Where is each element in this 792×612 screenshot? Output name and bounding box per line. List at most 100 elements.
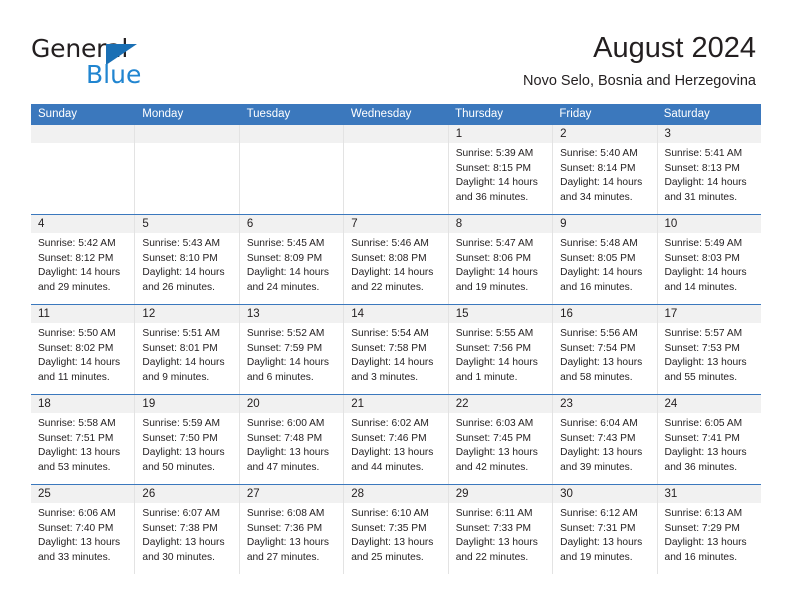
day-number: 16 (553, 305, 657, 323)
sunrise-text: Sunrise: 5:46 AM (351, 238, 429, 249)
daylight-text-line2: and 16 minutes. (664, 551, 738, 563)
day-details: Sunrise: 5:41 AM Sunset: 8:13 PM Daylight:… (658, 143, 761, 209)
day-number: 1 (448, 125, 553, 143)
day-number (239, 125, 344, 143)
daylight-text-line2: and 26 minutes. (142, 281, 215, 293)
day-details: Sunrise: 6:12 AM Sunset: 7:31 PM Daylight:… (553, 503, 656, 569)
sunset-text: Sunset: 7:29 PM (664, 522, 740, 534)
calendar-day-cell[interactable]: 4 Sunrise: 5:42 AM Sunset: 8:12 PM Daylight… (31, 215, 136, 304)
daylight-text-line2: and 9 minutes. (142, 371, 210, 383)
day-number: 23 (553, 395, 657, 413)
sunrise-text: Sunrise: 5:42 AM (38, 238, 116, 249)
calendar-day-cell[interactable]: 21 Sunrise: 6:02 AM Sunset: 7:46 PM Dayligh… (344, 395, 449, 484)
daylight-text-line1: Daylight: 13 hours (351, 447, 434, 459)
daylight-text-line1: Daylight: 14 hours (664, 267, 747, 279)
calendar-day-cell[interactable]: 10 Sunrise: 5:49 AM Sunset: 8:03 PM Dayligh… (657, 215, 761, 304)
day-details: Sunrise: 6:02 AM Sunset: 7:46 PM Daylight:… (344, 413, 447, 479)
day-details: Sunrise: 6:08 AM Sunset: 7:36 PM Daylight:… (240, 503, 343, 569)
calendar-day-cell[interactable]: 15 Sunrise: 5:55 AM Sunset: 7:56 PM Dayligh… (448, 305, 554, 394)
day-details: Sunrise: 5:52 AM Sunset: 7:59 PM Daylight:… (240, 323, 343, 389)
title-block: August 2024 Novo Selo, Bosnia and Herzeg… (523, 30, 756, 90)
sunset-text: Sunset: 7:40 PM (38, 522, 114, 534)
sunrise-text: Sunrise: 5:39 AM (455, 148, 534, 159)
sunset-text: Sunset: 7:41 PM (664, 432, 740, 444)
daylight-text-line2: and 22 minutes. (351, 281, 424, 293)
day-number: 9 (553, 215, 657, 233)
sunset-text: Sunset: 8:10 PM (142, 252, 218, 264)
daylight-text-line1: Daylight: 14 hours (246, 357, 329, 369)
day-number: 29 (448, 485, 553, 503)
sunrise-text: Sunrise: 5:43 AM (142, 238, 221, 249)
calendar-day-cell[interactable]: 28 Sunrise: 6:10 AM Sunset: 7:35 PM Dayligh… (344, 485, 449, 574)
calendar-day-cell[interactable]: 6 Sunrise: 5:45 AM Sunset: 8:09 PM Daylight… (239, 215, 345, 304)
day-number: 22 (448, 395, 553, 413)
sunrise-text: Sunrise: 6:03 AM (455, 418, 534, 429)
calendar-day-cell[interactable]: 18 Sunrise: 5:58 AM Sunset: 7:51 PM Dayligh… (31, 395, 136, 484)
calendar-grid: Sunday Monday Tuesday Wednesday Thursday Frid… (31, 104, 761, 574)
daylight-text-line1: Daylight: 13 hours (38, 447, 121, 459)
weekday-header-monday: Monday (142, 108, 184, 120)
calendar-day-cell[interactable]: 30 Sunrise: 6:12 AM Sunset: 7:31 PM Dayligh… (553, 485, 658, 574)
sunrise-text: Sunrise: 5:57 AM (664, 328, 743, 339)
calendar-day-cell[interactable]: 23 Sunrise: 6:04 AM Sunset: 7:43 PM Dayligh… (553, 395, 658, 484)
daylight-text-line1: Daylight: 13 hours (246, 537, 329, 549)
sunrise-text: Sunrise: 5:50 AM (38, 328, 116, 339)
calendar-day-cell[interactable]: 22 Sunrise: 6:03 AM Sunset: 7:45 PM Dayligh… (448, 395, 554, 484)
calendar-day-cell[interactable]: 27 Sunrise: 6:08 AM Sunset: 7:36 PM Dayligh… (239, 485, 345, 574)
calendar-week-row: 1 Sunrise: 5:39 AM Sunset: 8:15 PM Daylight… (31, 125, 761, 214)
calendar-day-cell[interactable]: 26 Sunrise: 6:07 AM Sunset: 7:38 PM Dayligh… (135, 485, 240, 574)
daylight-text-line2: and 36 minutes. (455, 191, 529, 203)
calendar-day-cell[interactable]: 12 Sunrise: 5:51 AM Sunset: 8:01 PM Dayligh… (135, 305, 240, 394)
daylight-text-line1: Daylight: 13 hours (455, 537, 538, 549)
day-details: Sunrise: 5:42 AM Sunset: 8:12 PM Daylight:… (31, 233, 134, 299)
weekday-header-saturday: Saturday (663, 108, 710, 120)
daylight-text-line1: Daylight: 14 hours (351, 267, 434, 279)
calendar-day-cell[interactable]: 5 Sunrise: 5:43 AM Sunset: 8:10 PM Daylight… (135, 215, 240, 304)
daylight-text-line2: and 55 minutes. (664, 371, 738, 383)
calendar-day-cell[interactable]: 1 Sunrise: 5:39 AM Sunset: 8:15 PM Daylight… (448, 125, 554, 214)
calendar-day-cell-empty (31, 125, 136, 214)
day-details: Sunrise: 6:04 AM Sunset: 7:43 PM Daylight:… (553, 413, 656, 479)
sunrise-text: Sunrise: 6:07 AM (142, 508, 221, 519)
calendar-day-cell[interactable]: 31 Sunrise: 6:13 AM Sunset: 7:29 PM Dayligh… (657, 485, 761, 574)
calendar-day-cell[interactable]: 20 Sunrise: 6:00 AM Sunset: 7:48 PM Dayligh… (239, 395, 345, 484)
calendar-day-cell[interactable]: 8 Sunrise: 5:47 AM Sunset: 8:06 PM Daylight… (448, 215, 554, 304)
sunrise-text: Sunrise: 5:52 AM (246, 328, 325, 339)
calendar-day-cell[interactable]: 19 Sunrise: 5:59 AM Sunset: 7:50 PM Dayligh… (135, 395, 240, 484)
daylight-text-line2: and 11 minutes. (38, 371, 110, 383)
daylight-text-line1: Daylight: 14 hours (38, 357, 121, 369)
daylight-text-line1: Daylight: 14 hours (351, 357, 434, 369)
day-number: 13 (239, 305, 344, 323)
day-number: 3 (657, 125, 761, 143)
calendar-day-cell[interactable]: 16 Sunrise: 5:56 AM Sunset: 7:54 PM Dayligh… (553, 305, 658, 394)
calendar-day-cell[interactable]: 17 Sunrise: 5:57 AM Sunset: 7:53 PM Dayligh… (657, 305, 761, 394)
day-details: Sunrise: 6:10 AM Sunset: 7:35 PM Daylight:… (344, 503, 447, 569)
sunrise-text: Sunrise: 5:48 AM (560, 238, 638, 249)
sunset-text: Sunset: 7:36 PM (246, 522, 323, 534)
calendar-day-cell[interactable]: 24 Sunrise: 6:05 AM Sunset: 7:41 PM Dayligh… (657, 395, 761, 484)
weekday-header-thursday: Thursday (455, 108, 504, 120)
weekday-header-tuesday: Tuesday (246, 108, 291, 120)
daylight-text-line1: Daylight: 13 hours (664, 447, 747, 459)
sunset-text: Sunset: 8:03 PM (664, 252, 740, 264)
calendar-day-cell[interactable]: 2 Sunrise: 5:40 AM Sunset: 8:14 PM Daylight… (553, 125, 658, 214)
calendar-day-cell[interactable]: 29 Sunrise: 6:11 AM Sunset: 7:33 PM Dayligh… (448, 485, 554, 574)
calendar-day-cell[interactable]: 13 Sunrise: 5:52 AM Sunset: 7:59 PM Dayligh… (239, 305, 345, 394)
daylight-text-line1: Daylight: 14 hours (38, 267, 121, 279)
sunset-text: Sunset: 8:12 PM (38, 252, 114, 264)
calendar-day-cell[interactable]: 14 Sunrise: 5:54 AM Sunset: 7:58 PM Dayligh… (344, 305, 449, 394)
calendar-day-cell[interactable]: 11 Sunrise: 5:50 AM Sunset: 8:02 PM Dayligh… (31, 305, 136, 394)
daylight-text-line2: and 3 minutes. (351, 371, 419, 383)
day-details (344, 143, 447, 151)
calendar-day-cell[interactable]: 3 Sunrise: 5:41 AM Sunset: 8:13 PM Daylight… (657, 125, 761, 214)
sunrise-text: Sunrise: 6:11 AM (455, 508, 533, 519)
calendar-day-cell[interactable]: 9 Sunrise: 5:48 AM Sunset: 8:05 PM Daylight… (553, 215, 658, 304)
calendar-day-cell[interactable]: 25 Sunrise: 6:06 AM Sunset: 7:40 PM Dayligh… (31, 485, 136, 574)
day-details: Sunrise: 6:11 AM Sunset: 7:33 PM Daylight:… (449, 503, 552, 569)
day-number: 2 (553, 125, 657, 143)
day-number: 18 (31, 395, 135, 413)
day-number: 7 (344, 215, 448, 233)
generalblue-logo[interactable]: General Blue (31, 36, 251, 87)
sunrise-text: Sunrise: 6:00 AM (246, 418, 325, 429)
calendar-day-cell[interactable]: 7 Sunrise: 5:46 AM Sunset: 8:08 PM Daylight… (344, 215, 449, 304)
